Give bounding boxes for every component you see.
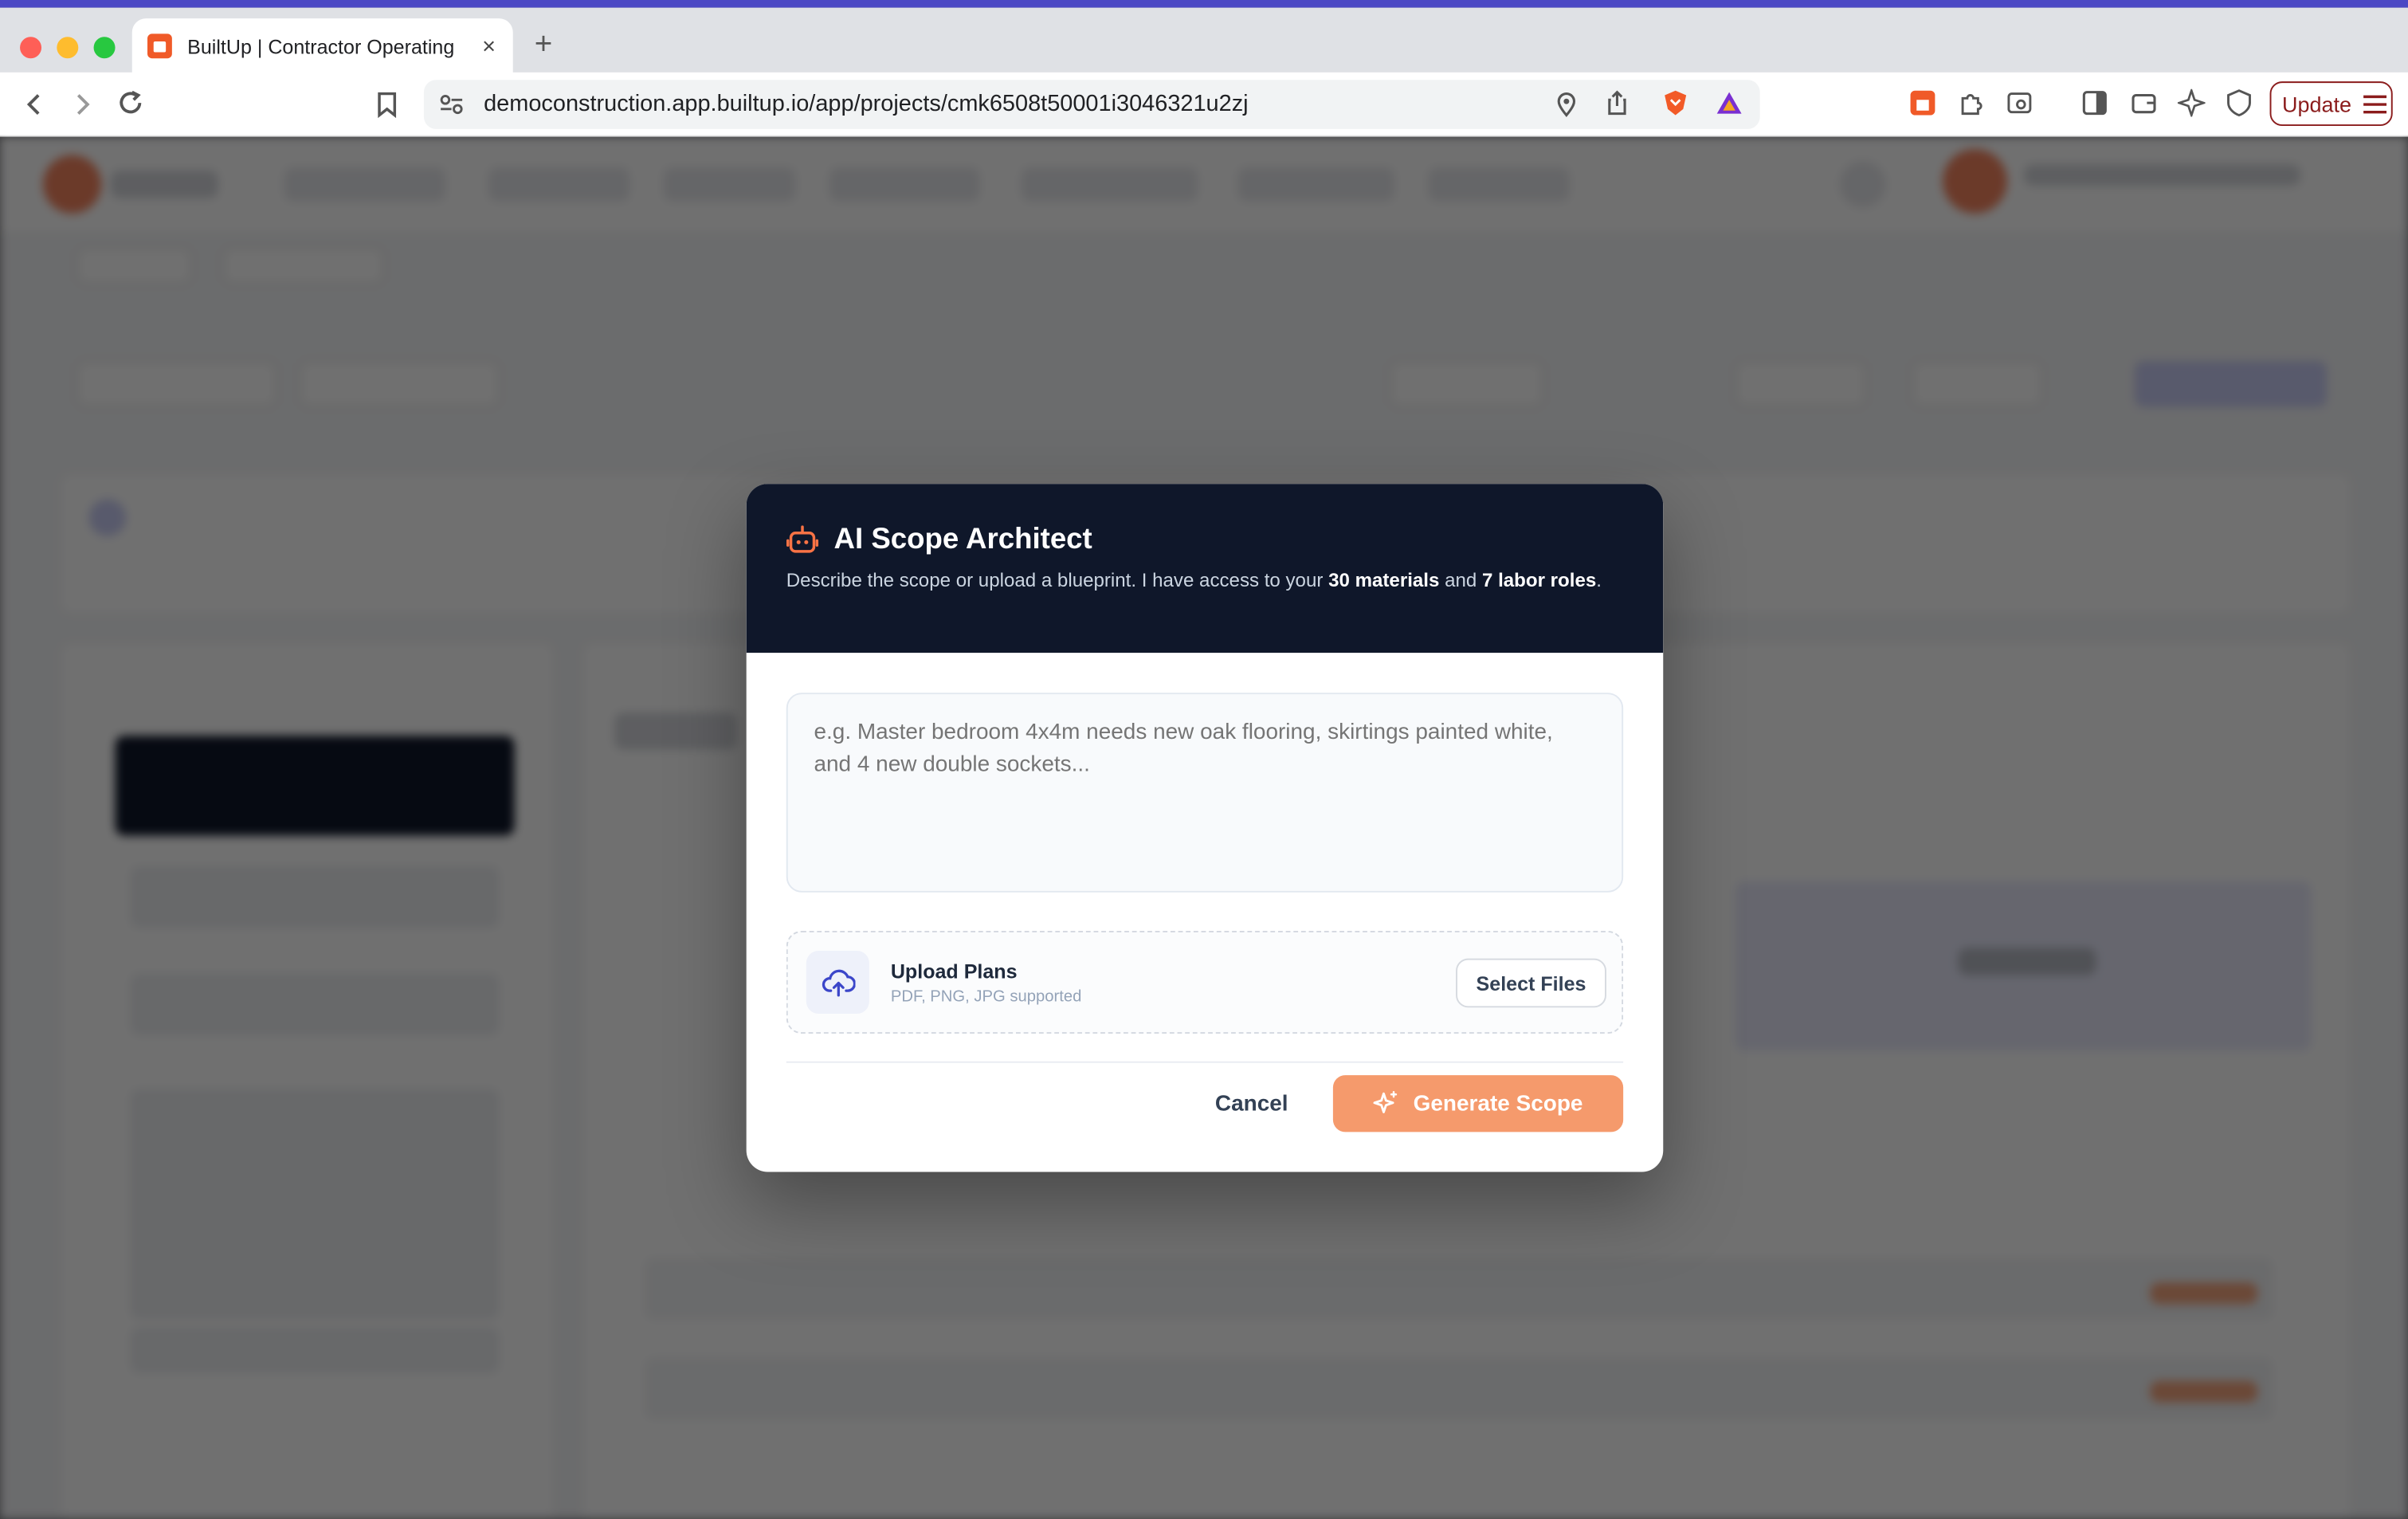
screen: BuiltUp | Contractor Operating × + democ…	[0, 0, 2408, 1519]
builtup-favicon-icon	[147, 33, 172, 59]
location-icon[interactable]	[1553, 91, 1581, 119]
close-window-button[interactable]	[20, 37, 42, 59]
cancel-button[interactable]: Cancel	[1186, 1075, 1318, 1132]
forward-icon[interactable]	[68, 91, 96, 119]
window-accent-bar	[0, 0, 2408, 8]
maximize-window-button[interactable]	[93, 37, 116, 59]
extensions-puzzle-icon[interactable]	[1958, 89, 1986, 117]
tab-title: BuiltUp | Contractor Operating	[187, 34, 455, 58]
cloud-upload-icon	[821, 968, 855, 996]
dialog-title: AI Scope Architect	[833, 524, 1092, 556]
upload-title: Upload Plans	[890, 960, 1018, 983]
sidebar-toggle-icon[interactable]	[2081, 89, 2108, 117]
url-text: democonstruction.app.builtup.io/app/proj…	[484, 90, 1249, 117]
dialog-header: AI Scope Architect Describe the scope or…	[746, 484, 1664, 654]
robot-icon	[786, 525, 819, 553]
bookmark-icon[interactable]	[373, 91, 401, 119]
vpn-shield-icon[interactable]	[2226, 89, 2253, 117]
scope-description-input[interactable]	[786, 693, 1624, 893]
tab-close-icon[interactable]: ×	[482, 33, 496, 59]
ai-scope-architect-dialog: AI Scope Architect Describe the scope or…	[746, 484, 1664, 1172]
update-label: Update	[2281, 91, 2351, 116]
dialog-description: Describe the scope or upload a blueprint…	[786, 568, 1616, 595]
address-bar[interactable]: democonstruction.app.builtup.io/app/proj…	[423, 80, 1760, 129]
tab-strip: BuiltUp | Contractor Operating × +	[0, 7, 2408, 74]
description-end: .	[1596, 570, 1602, 592]
description-text: Describe the scope or upload a blueprint…	[786, 570, 1329, 592]
brave-shield-icon[interactable]	[1661, 89, 1689, 117]
screenshot-icon[interactable]	[2006, 89, 2033, 117]
description-and: and	[1439, 570, 1482, 592]
materials-count: 30 materials	[1328, 570, 1440, 592]
generate-scope-button[interactable]: Generate Scope	[1332, 1075, 1624, 1132]
footer-divider	[786, 1061, 1624, 1063]
minimize-window-button[interactable]	[57, 37, 79, 59]
upload-subtitle: PDF, PNG, JPG supported	[890, 987, 1082, 1007]
select-files-button[interactable]: Select Files	[1456, 958, 1606, 1008]
new-tab-icon[interactable]: +	[535, 28, 553, 63]
sparkles-icon	[1374, 1091, 1398, 1113]
update-button[interactable]: Update	[2269, 81, 2393, 127]
site-settings-icon[interactable]	[437, 91, 465, 119]
brave-rewards-icon[interactable]	[1716, 89, 1743, 117]
menu-icon	[2363, 94, 2387, 113]
browser-toolbar: democonstruction.app.builtup.io/app/proj…	[0, 72, 2408, 137]
upload-icon-tile	[806, 950, 869, 1015]
labor-roles-count: 7 labor roles	[1481, 570, 1597, 592]
upload-plans-dropzone[interactable]: Upload Plans PDF, PNG, JPG supported Sel…	[786, 930, 1624, 1034]
back-icon[interactable]	[22, 91, 49, 119]
generate-scope-label: Generate Scope	[1413, 1091, 1583, 1117]
builtup-extension-icon[interactable]	[1909, 89, 1937, 117]
browser-tab[interactable]: BuiltUp | Contractor Operating ×	[131, 18, 513, 74]
wallet-icon[interactable]	[2130, 89, 2158, 117]
share-icon[interactable]	[1603, 89, 1631, 117]
reload-icon[interactable]	[116, 89, 144, 117]
leo-ai-icon[interactable]	[2177, 88, 2206, 117]
